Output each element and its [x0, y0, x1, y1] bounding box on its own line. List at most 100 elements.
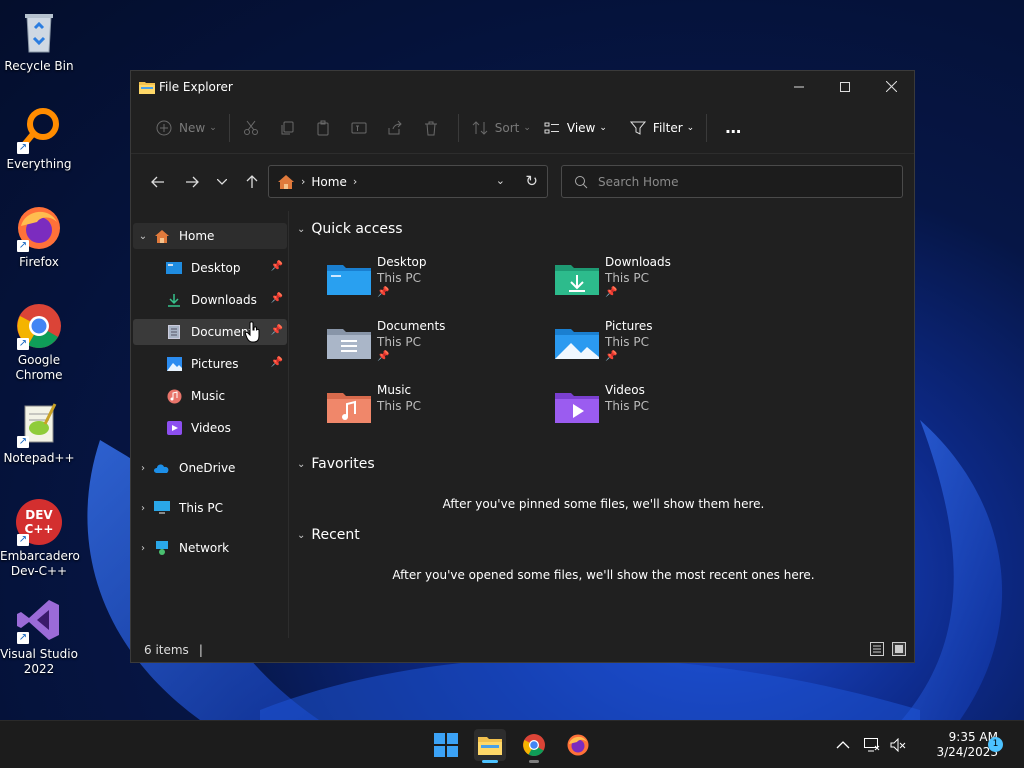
more-options-button[interactable]: …	[719, 112, 747, 144]
breadcrumb-chevron-icon[interactable]: ›	[353, 175, 357, 188]
pin-icon: 📌	[377, 351, 390, 362]
search-input[interactable]	[598, 174, 878, 189]
recent-header[interactable]: ⌄ Recent	[297, 527, 360, 543]
toolbar-divider	[228, 113, 230, 142]
sidebar-item-this-pc[interactable]: › This PC	[133, 495, 287, 521]
network-status-button[interactable]	[864, 721, 880, 768]
paste-button[interactable]	[308, 112, 344, 144]
rename-button[interactable]	[344, 112, 380, 144]
cut-button[interactable]	[236, 112, 272, 144]
file-explorer-window[interactable]: File Explorer New ⌄ Sort ⌄ View ⌄ Filter…	[130, 70, 915, 663]
share-button[interactable]	[380, 112, 416, 144]
shortcut-arrow-icon: ↗	[17, 632, 29, 644]
filter-button[interactable]: Filter ⌄	[623, 112, 700, 144]
content-pane: ⌄ Quick access Desktop This PC 📌 Downloa…	[291, 211, 914, 638]
close-button[interactable]	[868, 71, 914, 102]
music-folder-icon	[327, 393, 371, 423]
sort-button[interactable]: Sort ⌄	[465, 112, 537, 144]
taskbar-chrome[interactable]	[518, 729, 550, 763]
copy-button[interactable]	[272, 112, 308, 144]
chevron-down-icon: ⌄	[686, 122, 695, 133]
forward-button[interactable]	[175, 167, 209, 197]
address-bar[interactable]: › Home › ⌄ ↻	[268, 165, 548, 198]
maximize-button[interactable]	[822, 71, 868, 102]
network-monitor-icon	[864, 738, 880, 752]
network-icon	[153, 540, 171, 556]
quick-access-item-pictures[interactable]: Pictures This PC 📌	[555, 319, 775, 379]
breadcrumb-home[interactable]: Home	[311, 175, 346, 189]
chevron-right-icon[interactable]: ›	[133, 503, 153, 514]
delete-button[interactable]	[416, 112, 452, 144]
sidebar-item-videos[interactable]: Videos	[133, 415, 287, 441]
desktop-icon-everything[interactable]: ↗ Everything	[0, 106, 78, 172]
pin-icon: 📌	[270, 293, 283, 304]
quick-access-item-videos[interactable]: Videos This PC	[555, 383, 775, 443]
status-bar: 6 items |	[131, 638, 914, 662]
quick-access-item-music[interactable]: Music This PC	[327, 383, 547, 443]
sidebar-item-downloads[interactable]: Downloads 📌	[133, 287, 287, 313]
desktop-icon-notepad-plus-plus[interactable]: ↗ Notepad++	[0, 400, 78, 466]
tiles-view-icon[interactable]	[892, 642, 906, 656]
home-icon	[153, 228, 171, 244]
desktop-icon-visual-studio[interactable]: ↗ Visual Studio 2022	[0, 596, 78, 677]
shortcut-arrow-icon: ↗	[17, 534, 29, 546]
clock[interactable]: 9:35 AM 3/24/2023	[912, 730, 998, 760]
everything-icon: ↗	[15, 106, 63, 154]
desktop-icon-firefox[interactable]: ↗ Firefox	[0, 204, 78, 270]
chevron-right-icon[interactable]: ›	[133, 543, 153, 554]
sidebar-item-desktop[interactable]: Desktop 📌	[133, 255, 287, 281]
taskbar-file-explorer[interactable]	[474, 729, 506, 763]
breadcrumb-chevron-icon: ›	[301, 175, 306, 188]
scissors-icon	[242, 119, 260, 137]
chevron-down-icon[interactable]: ⌄	[133, 231, 153, 242]
desktop-icon-google-chrome[interactable]: ↗ Google Chrome	[0, 302, 78, 383]
quick-access-item-desktop[interactable]: Desktop This PC 📌	[327, 255, 547, 315]
sidebar-item-network[interactable]: › Network	[133, 535, 287, 561]
favorites-header[interactable]: ⌄ Favorites	[297, 456, 375, 472]
search-icon	[575, 175, 588, 188]
address-dropdown-icon[interactable]: ⌄	[496, 174, 505, 187]
notification-badge[interactable]: 1	[988, 737, 1003, 752]
downloads-folder-icon	[555, 265, 599, 295]
new-button[interactable]: New ⌄	[149, 112, 223, 144]
sidebar-item-home[interactable]: ⌄ Home	[133, 223, 287, 249]
sidebar-item-onedrive[interactable]: › OneDrive	[133, 455, 287, 481]
title-bar[interactable]: File Explorer	[131, 71, 914, 102]
details-view-icon[interactable]	[870, 642, 884, 656]
pin-icon: 📌	[270, 261, 283, 272]
chrome-icon	[523, 734, 545, 756]
quick-access-item-downloads[interactable]: Downloads This PC 📌	[555, 255, 775, 315]
pictures-icon	[165, 356, 183, 372]
sort-icon	[471, 119, 489, 137]
desktop-icon-recycle-bin[interactable]: Recycle Bin	[0, 8, 78, 74]
desktop-folder-icon	[327, 265, 371, 295]
pin-icon: 📌	[377, 287, 390, 298]
taskbar-firefox[interactable]	[562, 729, 594, 761]
chevron-right-icon[interactable]: ›	[133, 463, 153, 474]
desktop-icon-dev-cpp[interactable]: DEV C++ ↗ Embarcadero Dev-C++	[0, 498, 80, 579]
show-hidden-icons-button[interactable]	[836, 721, 850, 768]
documents-folder-icon	[327, 329, 371, 359]
back-button[interactable]	[141, 167, 175, 197]
monitor-icon	[153, 500, 171, 516]
minimize-button[interactable]	[776, 71, 822, 102]
recent-locations-button[interactable]	[209, 167, 235, 197]
chevron-down-icon: ⌄	[209, 122, 217, 133]
notepad-plus-plus-icon: ↗	[15, 400, 63, 448]
navigation-pane: ⌄ Home Desktop 📌 Downloads 📌 Document 📌 …	[131, 211, 289, 638]
refresh-icon[interactable]: ↻	[525, 172, 538, 190]
quick-access-header[interactable]: ⌄ Quick access	[297, 221, 403, 237]
share-icon	[386, 119, 404, 137]
sidebar-item-documents[interactable]: Document 📌	[133, 319, 287, 345]
up-button[interactable]	[235, 167, 269, 197]
volume-button[interactable]	[890, 721, 906, 768]
sidebar-item-music[interactable]: Music	[133, 383, 287, 409]
view-button[interactable]: View ⌄	[537, 112, 613, 144]
quick-access-item-documents[interactable]: Documents This PC 📌	[327, 319, 547, 379]
start-button[interactable]	[430, 729, 462, 761]
videos-folder-icon	[555, 393, 599, 423]
taskbar: 9:35 AM 3/24/2023 1	[0, 720, 1024, 768]
videos-icon	[165, 420, 183, 436]
search-box[interactable]	[561, 165, 903, 198]
sidebar-item-pictures[interactable]: Pictures 📌	[133, 351, 287, 377]
